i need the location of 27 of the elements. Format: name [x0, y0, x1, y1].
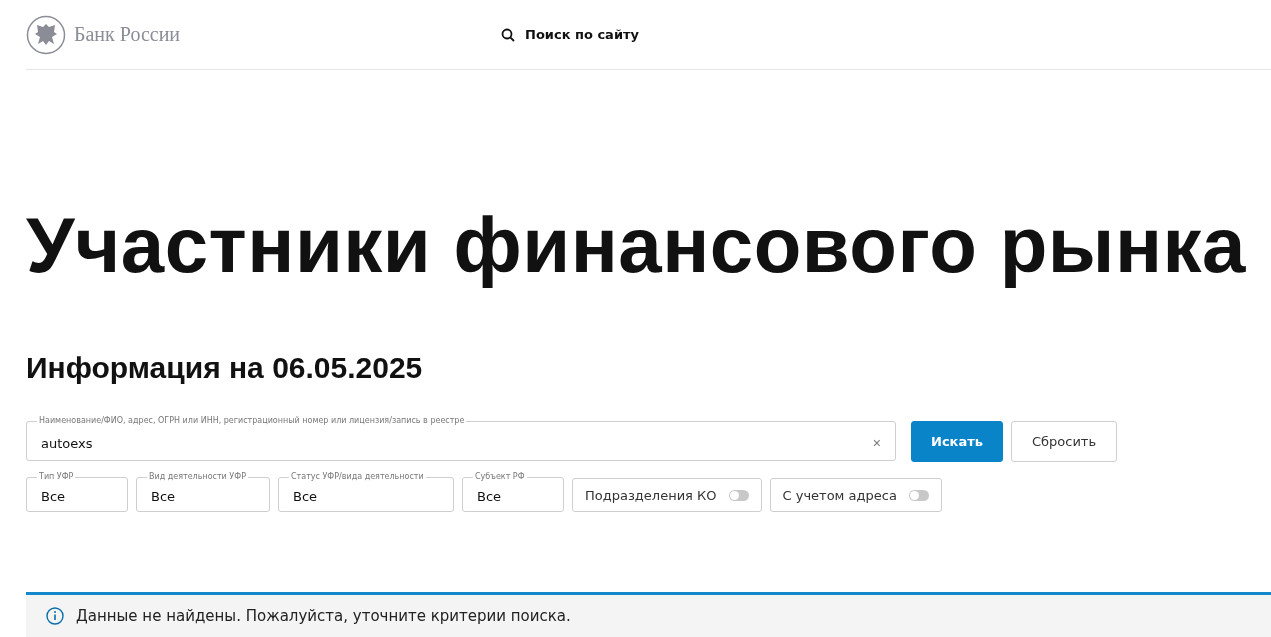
site-search-link[interactable]: Поиск по сайту: [501, 27, 639, 42]
filter-select[interactable]: Субъект РФ Все: [462, 472, 564, 512]
filter-select[interactable]: Тип УФР Все: [26, 472, 128, 512]
field-label: Субъект РФ: [474, 472, 526, 482]
toggle-option[interactable]: С учетом адреса: [769, 478, 942, 512]
notice-text: Данные не найдены. Пожалуйста, уточните критерии поиска.: [76, 607, 571, 625]
info-date-heading: Информация на 06.05.2025: [26, 350, 424, 386]
field-label: Вид деятельности УФР: [148, 472, 247, 482]
reset-button[interactable]: Сбросить: [1010, 421, 1118, 462]
brand-name: Банк России: [74, 23, 181, 46]
search-button[interactable]: Искать: [911, 421, 1003, 462]
toggle-label: Подразделения КО: [585, 487, 717, 503]
info-icon: [46, 607, 64, 625]
filter-select[interactable]: Статус УФР/вида деятельности Все: [278, 472, 454, 512]
search-field[interactable]: Наименование/ФИО, адрес, ОГРН или ИНН, регистрационный номер или лицензия/запись в реестре autoexs ×: [26, 416, 896, 461]
field-label: Статус УФР/вида деятельности: [290, 472, 425, 482]
clear-button[interactable]: ×: [872, 435, 881, 451]
emblem-icon: [26, 14, 66, 55]
toggle-switch[interactable]: [728, 489, 749, 501]
field-label: Тип УФР: [38, 472, 75, 482]
toggle-option[interactable]: Подразделения КО: [572, 478, 762, 512]
field-label: Наименование/ФИО, адрес, ОГРН или ИНН, регистрационный номер или лицензия/запись в реестре: [38, 416, 466, 426]
toggle-switch[interactable]: [908, 489, 929, 501]
search-icon: [501, 27, 515, 42]
toggle-label: С учетом адреса: [782, 487, 897, 503]
page-title: Участники финансового рынка: [26, 200, 1247, 290]
filter-select[interactable]: Вид деятельности УФР Все: [136, 472, 270, 512]
